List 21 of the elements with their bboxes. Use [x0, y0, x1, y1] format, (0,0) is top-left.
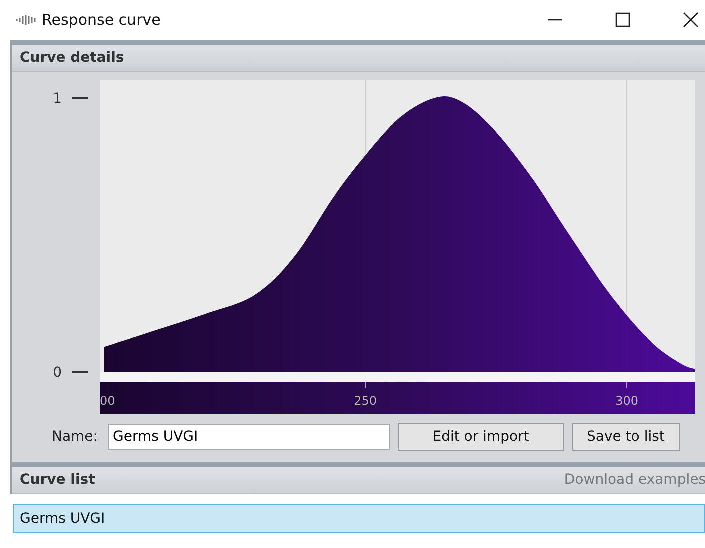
x-tick-label: 00 — [100, 394, 116, 408]
panel-title: Curve details — [20, 50, 124, 66]
x-tick-mark — [365, 382, 366, 388]
x-tick-label: 250 — [354, 394, 378, 408]
name-label: Name: — [50, 429, 98, 445]
list-item[interactable]: Germs UVGI — [13, 504, 705, 533]
window-title: Response curve — [42, 11, 161, 29]
x-tick-mark — [626, 382, 628, 388]
maximize-icon — [615, 12, 631, 28]
name-field[interactable]: Germs UVGI — [108, 424, 390, 450]
x-tick-label: 300 — [616, 394, 638, 408]
y-tick-mark — [72, 97, 88, 99]
edit-import-button[interactable]: Edit or import — [398, 423, 564, 451]
save-button[interactable]: Save to list — [572, 423, 680, 451]
y-tick-mark — [72, 371, 88, 373]
y-tick-label: 1 — [53, 91, 62, 107]
close-icon — [683, 12, 699, 28]
waveform-icon — [16, 14, 36, 26]
panel-title: Curve list — [20, 472, 96, 488]
y-tick-label: 0 — [53, 365, 62, 381]
minimize-icon — [548, 19, 562, 21]
